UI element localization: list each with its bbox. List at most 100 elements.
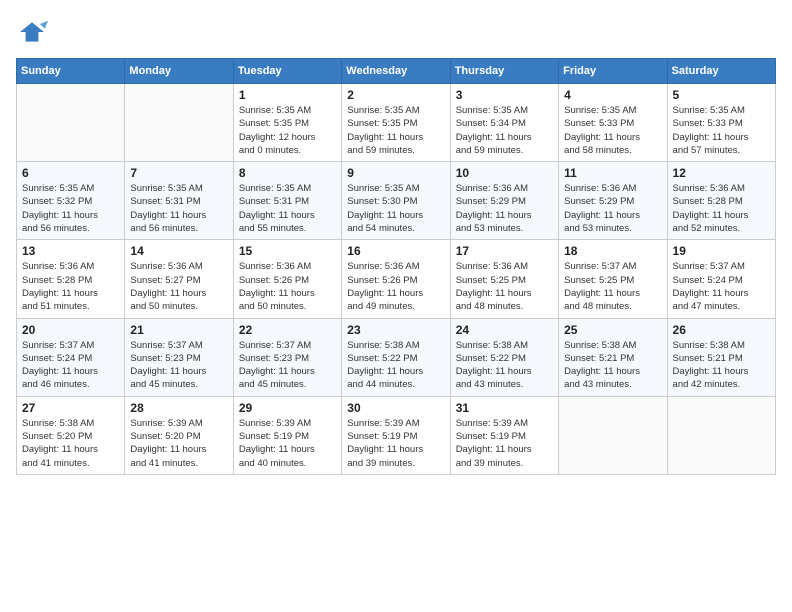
page-header	[16, 16, 776, 48]
calendar-cell: 19 Sunrise: 5:37 AM Sunset: 5:24 PM Dayli…	[667, 240, 775, 318]
calendar-cell: 4 Sunrise: 5:35 AM Sunset: 5:33 PM Daylig…	[559, 84, 667, 162]
day-header-tuesday: Tuesday	[233, 59, 341, 84]
cell-day-number: 15	[239, 244, 336, 258]
calendar-cell: 28 Sunrise: 5:39 AM Sunset: 5:20 PM Dayli…	[125, 396, 233, 474]
calendar-cell: 24Sunrise: 5:38 AM Sunset: 5:22 PM Dayli…	[450, 318, 558, 396]
cell-day-number: 11	[564, 166, 661, 180]
calendar-cell: 11 Sunrise: 5:36 AM Sunset: 5:29 PM Dayli…	[559, 162, 667, 240]
cell-day-number: 31	[456, 401, 553, 415]
cell-day-number: 7	[130, 166, 227, 180]
calendar-cell: 1 Sunrise: 5:35 AM Sunset: 5:35 PM Daylig…	[233, 84, 341, 162]
cell-day-number: 28	[130, 401, 227, 415]
calendar-cell	[667, 396, 775, 474]
cell-day-number: 3	[456, 88, 553, 102]
calendar-cell: 3 Sunrise: 5:35 AM Sunset: 5:34 PM Daylig…	[450, 84, 558, 162]
calendar-cell: 5 Sunrise: 5:35 AM Sunset: 5:33 PM Daylig…	[667, 84, 775, 162]
calendar-cell: 30 Sunrise: 5:39 AM Sunset: 5:19 PM Dayli…	[342, 396, 450, 474]
cell-info: Sunrise: 5:39 AM Sunset: 5:19 PM Dayligh…	[456, 417, 553, 470]
calendar-cell: 26 Sunrise: 5:38 AM Sunset: 5:21 PM Dayli…	[667, 318, 775, 396]
cell-info: Sunrise: 5:39 AM Sunset: 5:19 PM Dayligh…	[239, 417, 336, 470]
calendar-cell: 6 Sunrise: 5:35 AM Sunset: 5:32 PM Daylig…	[17, 162, 125, 240]
calendar-cell: 2Sunrise: 5:35 AM Sunset: 5:35 PM Daylig…	[342, 84, 450, 162]
calendar-cell: 31 Sunrise: 5:39 AM Sunset: 5:19 PM Dayli…	[450, 396, 558, 474]
cell-info: Sunrise: 5:38 AM Sunset: 5:22 PM Dayligh…	[347, 339, 444, 392]
calendar-cell: 14 Sunrise: 5:36 AM Sunset: 5:27 PM Dayli…	[125, 240, 233, 318]
cell-day-number: 8	[239, 166, 336, 180]
cell-info: Sunrise: 5:36 AM Sunset: 5:29 PM Dayligh…	[564, 182, 661, 235]
cell-info: Sunrise: 5:39 AM Sunset: 5:19 PM Dayligh…	[347, 417, 444, 470]
day-header-monday: Monday	[125, 59, 233, 84]
calendar-header: SundayMondayTuesdayWednesdayThursdayFrid…	[17, 59, 776, 84]
cell-info: Sunrise: 5:35 AM Sunset: 5:33 PM Dayligh…	[564, 104, 661, 157]
calendar-cell: 22Sunrise: 5:37 AM Sunset: 5:23 PM Dayli…	[233, 318, 341, 396]
calendar-cell: 7 Sunrise: 5:35 AM Sunset: 5:31 PM Daylig…	[125, 162, 233, 240]
calendar-week-2: 6 Sunrise: 5:35 AM Sunset: 5:32 PM Daylig…	[17, 162, 776, 240]
calendar-cell: 20Sunrise: 5:37 AM Sunset: 5:24 PM Dayli…	[17, 318, 125, 396]
cell-info: Sunrise: 5:37 AM Sunset: 5:24 PM Dayligh…	[673, 260, 770, 313]
cell-day-number: 13	[22, 244, 119, 258]
calendar-cell: 16 Sunrise: 5:36 AM Sunset: 5:26 PM Dayli…	[342, 240, 450, 318]
calendar-cell: 12 Sunrise: 5:36 AM Sunset: 5:28 PM Dayli…	[667, 162, 775, 240]
cell-info: Sunrise: 5:35 AM Sunset: 5:31 PM Dayligh…	[239, 182, 336, 235]
cell-day-number: 4	[564, 88, 661, 102]
day-header-saturday: Saturday	[667, 59, 775, 84]
cell-day-number: 21	[130, 323, 227, 337]
cell-info: Sunrise: 5:37 AM Sunset: 5:25 PM Dayligh…	[564, 260, 661, 313]
cell-info: Sunrise: 5:37 AM Sunset: 5:23 PM Dayligh…	[130, 339, 227, 392]
cell-info: Sunrise: 5:35 AM Sunset: 5:31 PM Dayligh…	[130, 182, 227, 235]
cell-info: Sunrise: 5:36 AM Sunset: 5:26 PM Dayligh…	[239, 260, 336, 313]
cell-day-number: 12	[673, 166, 770, 180]
calendar-cell: 25 Sunrise: 5:38 AM Sunset: 5:21 PM Dayli…	[559, 318, 667, 396]
cell-info: Sunrise: 5:38 AM Sunset: 5:21 PM Dayligh…	[564, 339, 661, 392]
cell-day-number: 5	[673, 88, 770, 102]
calendar-cell: 23Sunrise: 5:38 AM Sunset: 5:22 PM Dayli…	[342, 318, 450, 396]
calendar-cell: 15 Sunrise: 5:36 AM Sunset: 5:26 PM Dayli…	[233, 240, 341, 318]
calendar-week-1: 1 Sunrise: 5:35 AM Sunset: 5:35 PM Daylig…	[17, 84, 776, 162]
cell-info: Sunrise: 5:35 AM Sunset: 5:33 PM Dayligh…	[673, 104, 770, 157]
cell-info: Sunrise: 5:38 AM Sunset: 5:21 PM Dayligh…	[673, 339, 770, 392]
cell-info: Sunrise: 5:39 AM Sunset: 5:20 PM Dayligh…	[130, 417, 227, 470]
cell-info: Sunrise: 5:36 AM Sunset: 5:26 PM Dayligh…	[347, 260, 444, 313]
cell-day-number: 6	[22, 166, 119, 180]
calendar-week-4: 20Sunrise: 5:37 AM Sunset: 5:24 PM Dayli…	[17, 318, 776, 396]
cell-info: Sunrise: 5:35 AM Sunset: 5:34 PM Dayligh…	[456, 104, 553, 157]
calendar-table: SundayMondayTuesdayWednesdayThursdayFrid…	[16, 58, 776, 475]
cell-day-number: 19	[673, 244, 770, 258]
calendar-week-3: 13 Sunrise: 5:36 AM Sunset: 5:28 PM Dayli…	[17, 240, 776, 318]
cell-day-number: 2	[347, 88, 444, 102]
calendar-cell	[125, 84, 233, 162]
cell-info: Sunrise: 5:36 AM Sunset: 5:29 PM Dayligh…	[456, 182, 553, 235]
calendar-cell	[559, 396, 667, 474]
cell-day-number: 29	[239, 401, 336, 415]
cell-day-number: 30	[347, 401, 444, 415]
cell-day-number: 27	[22, 401, 119, 415]
cell-day-number: 16	[347, 244, 444, 258]
day-header-wednesday: Wednesday	[342, 59, 450, 84]
calendar-cell	[17, 84, 125, 162]
calendar-cell: 9 Sunrise: 5:35 AM Sunset: 5:30 PM Daylig…	[342, 162, 450, 240]
cell-day-number: 1	[239, 88, 336, 102]
cell-info: Sunrise: 5:38 AM Sunset: 5:20 PM Dayligh…	[22, 417, 119, 470]
cell-day-number: 14	[130, 244, 227, 258]
cell-day-number: 10	[456, 166, 553, 180]
calendar-cell: 10 Sunrise: 5:36 AM Sunset: 5:29 PM Dayli…	[450, 162, 558, 240]
cell-day-number: 25	[564, 323, 661, 337]
cell-info: Sunrise: 5:35 AM Sunset: 5:35 PM Dayligh…	[239, 104, 336, 157]
cell-day-number: 9	[347, 166, 444, 180]
cell-info: Sunrise: 5:36 AM Sunset: 5:28 PM Dayligh…	[673, 182, 770, 235]
logo-bird-icon	[16, 16, 48, 48]
cell-info: Sunrise: 5:35 AM Sunset: 5:30 PM Dayligh…	[347, 182, 444, 235]
cell-info: Sunrise: 5:36 AM Sunset: 5:28 PM Dayligh…	[22, 260, 119, 313]
calendar-week-5: 27 Sunrise: 5:38 AM Sunset: 5:20 PM Dayli…	[17, 396, 776, 474]
calendar-cell: 8 Sunrise: 5:35 AM Sunset: 5:31 PM Daylig…	[233, 162, 341, 240]
cell-info: Sunrise: 5:35 AM Sunset: 5:32 PM Dayligh…	[22, 182, 119, 235]
day-header-thursday: Thursday	[450, 59, 558, 84]
cell-day-number: 26	[673, 323, 770, 337]
day-header-sunday: Sunday	[17, 59, 125, 84]
cell-info: Sunrise: 5:36 AM Sunset: 5:27 PM Dayligh…	[130, 260, 227, 313]
calendar-cell: 13 Sunrise: 5:36 AM Sunset: 5:28 PM Dayli…	[17, 240, 125, 318]
day-header-friday: Friday	[559, 59, 667, 84]
calendar-cell: 18Sunrise: 5:37 AM Sunset: 5:25 PM Dayli…	[559, 240, 667, 318]
cell-day-number: 17	[456, 244, 553, 258]
logo	[16, 16, 52, 48]
